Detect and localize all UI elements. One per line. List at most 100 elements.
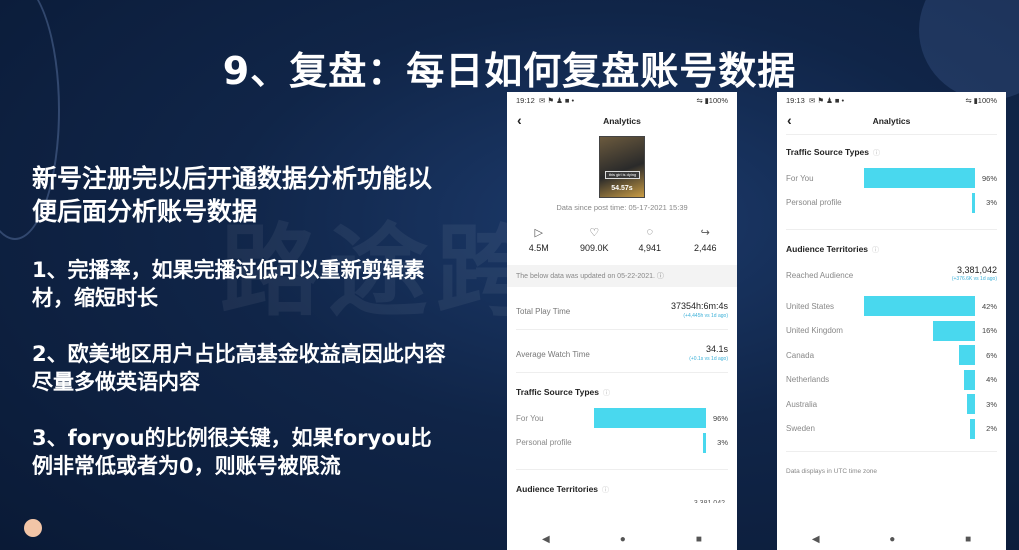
notification-icons: ✉ ⚑ ♟ ■ • — [538, 95, 575, 105]
row-label: Netherlands — [786, 375, 830, 385]
battery-indicator: ⇋ ▮100% — [965, 95, 997, 105]
territory-bars: United States 42% United Kingdom 16% Can… — [777, 286, 1006, 441]
info-icon[interactable]: ⓘ — [872, 247, 879, 254]
row-percent: 3% — [986, 198, 997, 208]
traffic-section-title: Traffic Source Types ⓘ — [507, 373, 737, 398]
video-thumbnail[interactable]: this girl is dying 54.57s — [599, 136, 645, 198]
metric-value: 37354h:6m:4s — [670, 301, 728, 311]
row-percent: 3% — [717, 438, 728, 448]
traffic-row-for-you: For You 96% — [507, 406, 737, 431]
status-bar: 19:13 ✉ ⚑ ♟ ■ • ⇋ ▮100% — [777, 92, 1006, 108]
info-icon[interactable]: ⓘ — [603, 390, 610, 397]
point-completion-rate: 1、完播率，如果完播过低可以重新剪辑素材，缩短时长 — [32, 258, 425, 310]
row-percent: 96% — [712, 413, 728, 423]
reached-audience: Reached Audience 3,381,042 (+376.6K vs 1… — [777, 255, 1006, 286]
territory-row-netherlands: Netherlands 4% — [777, 368, 1006, 393]
video-caption-tag: this girl is dying — [605, 171, 640, 179]
phone-screenshot-audience-analytics: 19:13 ✉ ⚑ ♟ ■ • ⇋ ▮100% ‹ Analytics Traf… — [777, 92, 1006, 550]
territory-row-united-states: United States 42% — [777, 294, 1006, 319]
system-nav-bar: ◀ ● ■ — [777, 528, 1006, 550]
metric-value: 34.1s — [705, 344, 728, 354]
traffic-row-personal-profile: Personal profile 3% — [777, 191, 1006, 216]
nav-title: Analytics — [603, 116, 641, 126]
stat-views: ▷ 4.5M — [513, 226, 565, 253]
row-percent: 6% — [986, 350, 997, 360]
bar-fill — [864, 296, 975, 317]
engagement-stats: ▷ 4.5M ♡ 909.0K ◌ 4,941 ↪ 2,446 — [507, 226, 737, 253]
back-arrow-icon[interactable]: ‹ — [787, 112, 792, 128]
row-label: United States — [786, 301, 835, 311]
info-icon[interactable]: ⓘ — [873, 150, 880, 157]
updated-notice: The below data was updated on 05-22-2021… — [507, 265, 737, 287]
metric-label: Total Play Time — [516, 307, 571, 316]
nav-bar: ‹ Analytics — [777, 108, 1006, 134]
recents-nav-icon[interactable]: ■ — [965, 534, 971, 545]
share-icon: ↪ — [700, 227, 710, 239]
play-icon: ▷ — [534, 227, 543, 239]
section-title-text: Audience Territories — [516, 484, 599, 494]
stat-likes: ♡ 909.0K — [568, 226, 620, 253]
decorative-dot — [24, 519, 42, 537]
row-percent: 4% — [986, 375, 997, 385]
comment-icon: ◌ — [646, 226, 654, 238]
metric-total-play-time: Total Play Time 37354h:6m:4s (+4,445h vs… — [507, 287, 737, 319]
phone-screenshot-video-analytics: 19:12 ✉ ⚑ ♟ ■ • ⇋ ▮100% ‹ Analytics this… — [507, 92, 737, 550]
bar-fill — [967, 394, 975, 415]
territories-section-title: Audience Territories ⓘ — [507, 470, 737, 495]
section-title-text: Traffic Source Types — [786, 147, 869, 157]
back-nav-icon[interactable]: ◀ — [812, 534, 820, 545]
video-duration: 54.57s — [611, 185, 633, 192]
row-label: Personal profile — [516, 438, 572, 448]
stat-value: 4,941 — [638, 243, 662, 253]
traffic-row-for-you: For You 96% — [777, 166, 1006, 191]
territory-row-sweden: Sweden 2% — [777, 417, 1006, 442]
bar-fill — [959, 345, 975, 366]
traffic-row-personal-profile: Personal profile 3% — [507, 431, 737, 456]
reached-value: 3,381,042 — [956, 265, 997, 275]
stat-comments: ◌ 4,941 — [624, 226, 676, 253]
explanation-heading: 新号注册完以后开通数据分析功能以便后面分析账号数据 — [32, 164, 433, 226]
back-nav-icon[interactable]: ◀ — [542, 534, 550, 545]
nav-title: Analytics — [872, 116, 911, 126]
reached-delta: (+376.6K vs 1d ago) — [951, 276, 997, 282]
stat-shares: ↪ 2,446 — [679, 226, 731, 253]
metric-delta: (+0.1s vs 1d ago) — [689, 356, 728, 362]
section-title-text: Traffic Source Types — [516, 387, 599, 397]
cutoff-value: 3,381,042 — [507, 495, 737, 503]
territory-row-canada: Canada 6% — [777, 343, 1006, 368]
recents-nav-icon[interactable]: ■ — [696, 534, 702, 545]
home-nav-icon[interactable]: ● — [889, 534, 895, 545]
info-icon[interactable]: ⓘ — [602, 487, 609, 494]
slide-title: 9、复盘：每日如何复盘账号数据 — [222, 49, 797, 93]
point-territories: 2、欧美地区用户占比高基金收益高因此内容尽量多做英语内容 — [32, 342, 446, 394]
row-label: Personal profile — [786, 198, 842, 208]
traffic-bars: For You 96% Personal profile 3% — [777, 158, 1006, 215]
stat-value: 909.0K — [579, 243, 609, 253]
row-label: Sweden — [786, 424, 815, 434]
nav-bar: ‹ Analytics — [507, 108, 737, 134]
row-label: For You — [516, 413, 544, 423]
battery-indicator: ⇋ ▮100% — [696, 95, 728, 105]
bar-fill — [594, 408, 706, 429]
reached-label: Reached Audience — [786, 271, 854, 280]
row-label: Australia — [786, 399, 818, 409]
row-label: United Kingdom — [786, 326, 843, 336]
status-bar: 19:12 ✉ ⚑ ♟ ■ • ⇋ ▮100% — [507, 92, 737, 108]
territories-section-title: Audience Territories ⓘ — [777, 230, 1006, 255]
row-percent: 42% — [981, 301, 997, 311]
traffic-section-title: Traffic Source Types ⓘ — [777, 135, 1006, 158]
metric-delta: (+4,445h vs 1d ago) — [683, 313, 728, 319]
row-percent: 96% — [981, 173, 997, 183]
data-since-text: Data since post time: 05-17-2021 15:39 — [556, 203, 688, 212]
stat-value: 2,446 — [693, 243, 717, 253]
metric-label: Average Watch Time — [516, 350, 590, 359]
bar-fill — [932, 320, 975, 341]
section-title-text: Audience Territories — [786, 244, 869, 254]
row-percent: 2% — [986, 424, 997, 434]
clock: 19:12 — [516, 95, 535, 105]
row-percent: 3% — [986, 399, 997, 409]
metric-average-watch-time: Average Watch Time 34.1s (+0.1s vs 1d ag… — [507, 330, 737, 362]
home-nav-icon[interactable]: ● — [620, 534, 626, 545]
back-arrow-icon[interactable]: ‹ — [517, 112, 522, 128]
info-icon[interactable]: ⓘ — [657, 273, 664, 280]
